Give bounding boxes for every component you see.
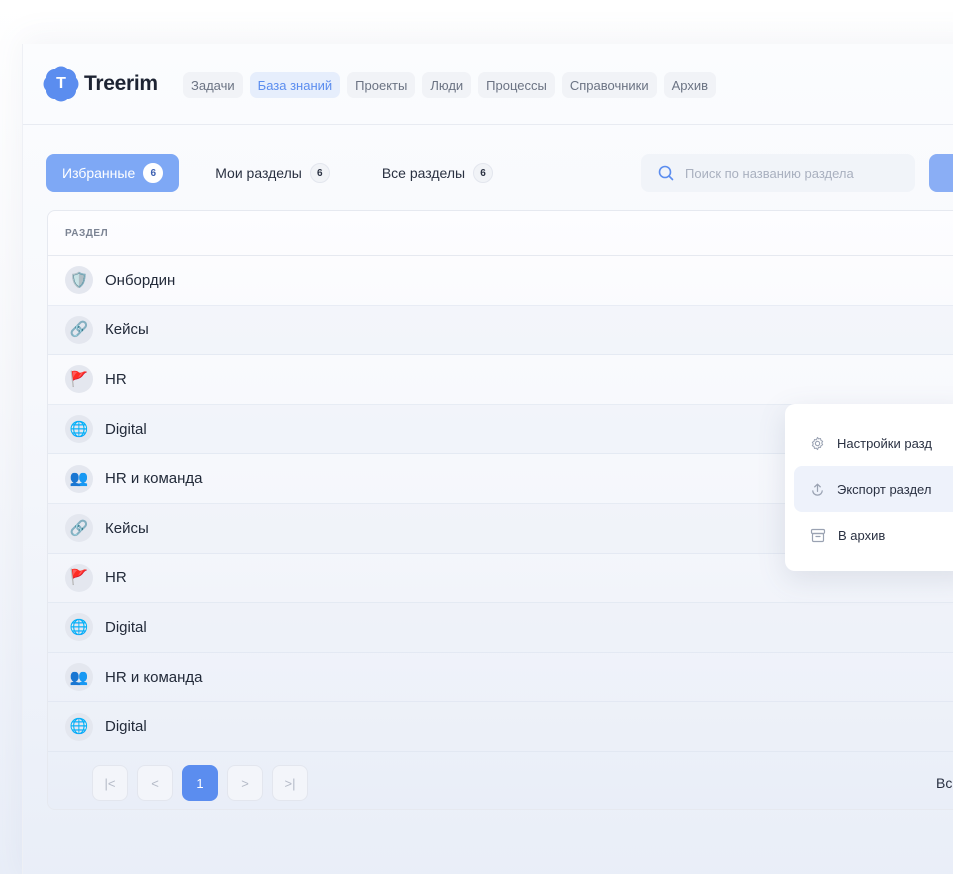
count-badge: 6 bbox=[143, 163, 164, 183]
globe-cursor-icon: 🌐 bbox=[65, 613, 93, 642]
section-tabs: Избранные 6 Мои разделы 6 Все разделы 6 bbox=[46, 154, 509, 192]
nav-item-directories[interactable]: Справочники bbox=[561, 72, 657, 98]
search-icon bbox=[658, 165, 674, 181]
tab-my-sections[interactable]: Мои разделы 6 bbox=[199, 154, 346, 192]
logo[interactable]: T Treerim bbox=[46, 69, 158, 99]
table-row[interactable]: 🚩 HR bbox=[48, 355, 953, 405]
section-name: Кейсы bbox=[105, 321, 149, 339]
nav-item-people[interactable]: Люди bbox=[422, 72, 472, 98]
flag-icon: 🚩 bbox=[65, 563, 93, 592]
create-section-button[interactable] bbox=[929, 154, 953, 192]
globe-cursor-icon: 🌐 bbox=[65, 712, 93, 741]
link-icon: 🔗 bbox=[65, 315, 93, 344]
table-header: РАЗДЕЛ bbox=[48, 211, 953, 256]
section-name: HR bbox=[105, 370, 127, 388]
section-name: HR и команда bbox=[105, 470, 203, 488]
upload-icon bbox=[812, 483, 823, 496]
main-nav: Задачи База знаний Проекты Люди Процессы… bbox=[183, 72, 717, 98]
menu-item-label: Экспорт раздел bbox=[837, 481, 932, 497]
menu-item-archive[interactable]: В архив bbox=[785, 512, 953, 558]
tab-label: Мои разделы bbox=[215, 165, 302, 181]
section-name: Digital bbox=[105, 718, 147, 736]
archive-icon bbox=[810, 528, 826, 542]
table-row[interactable]: 🌐 Digital bbox=[48, 702, 953, 752]
pagination-total-text: Вс bbox=[936, 775, 953, 791]
globe-cursor-icon: 🌐 bbox=[65, 415, 93, 444]
column-header-section[interactable]: РАЗДЕЛ bbox=[65, 228, 108, 239]
nav-item-projects[interactable]: Проекты bbox=[347, 72, 416, 98]
next-page-button[interactable]: > bbox=[227, 765, 263, 801]
count-badge: 6 bbox=[473, 163, 494, 183]
section-name: Онбордин bbox=[105, 271, 176, 289]
table-row[interactable]: 🌐 Digital bbox=[48, 603, 953, 653]
app-name: Treerim bbox=[84, 72, 158, 95]
table-row[interactable]: 👥 HR и команда bbox=[48, 653, 953, 703]
nav-item-processes[interactable]: Процессы bbox=[478, 72, 555, 98]
logo-mark-wrap: T bbox=[46, 69, 76, 99]
logo-mark: T bbox=[46, 69, 76, 99]
tab-label: Избранные bbox=[62, 165, 136, 181]
first-page-button[interactable]: |< bbox=[92, 765, 128, 801]
table-row[interactable]: 🛡️ Онбордин bbox=[48, 256, 953, 306]
section-name: Digital bbox=[105, 618, 147, 636]
link-icon: 🔗 bbox=[65, 514, 93, 543]
people-icon: 👥 bbox=[65, 464, 93, 493]
prev-page-button[interactable]: < bbox=[137, 765, 173, 801]
pagination: |< < 1 > >| bbox=[92, 765, 308, 801]
menu-item-label: Настройки разд bbox=[837, 435, 932, 451]
search-input[interactable] bbox=[685, 165, 905, 181]
count-badge: 6 bbox=[309, 163, 330, 183]
nav-item-knowledge-base[interactable]: База знаний bbox=[249, 72, 341, 98]
search-box[interactable] bbox=[641, 154, 915, 192]
menu-item-section-settings[interactable]: Настройки разд bbox=[785, 420, 953, 466]
page: T Treerim Задачи База знаний Проекты Люд… bbox=[0, 0, 953, 874]
section-name: HR и команда bbox=[105, 668, 203, 686]
people-icon: 👥 bbox=[65, 663, 93, 692]
top-bar: T Treerim Задачи База знаний Проекты Люд… bbox=[23, 44, 953, 125]
tab-all-sections[interactable]: Все разделы 6 bbox=[366, 154, 509, 192]
gear-icon bbox=[811, 436, 824, 450]
last-page-button[interactable]: >| bbox=[272, 765, 308, 801]
menu-item-export-section[interactable]: Экспорт раздел bbox=[794, 466, 953, 512]
shield-icon: 🛡️ bbox=[65, 266, 93, 295]
tab-favorites[interactable]: Избранные 6 bbox=[46, 154, 180, 192]
nav-item-tasks[interactable]: Задачи bbox=[183, 72, 243, 98]
context-menu: Настройки разд Экспорт раздел В архив bbox=[785, 404, 953, 571]
page-button-current[interactable]: 1 bbox=[182, 765, 218, 801]
section-name: Кейсы bbox=[105, 519, 149, 537]
nav-item-archive[interactable]: Архив bbox=[663, 72, 717, 98]
tab-label: Все разделы bbox=[381, 165, 466, 181]
flag-icon: 🚩 bbox=[65, 365, 93, 394]
section-name: Digital bbox=[105, 420, 147, 438]
section-name: HR bbox=[105, 569, 127, 587]
menu-item-label: В архив bbox=[838, 527, 886, 543]
table-row[interactable]: 🔗 Кейсы bbox=[48, 305, 953, 356]
